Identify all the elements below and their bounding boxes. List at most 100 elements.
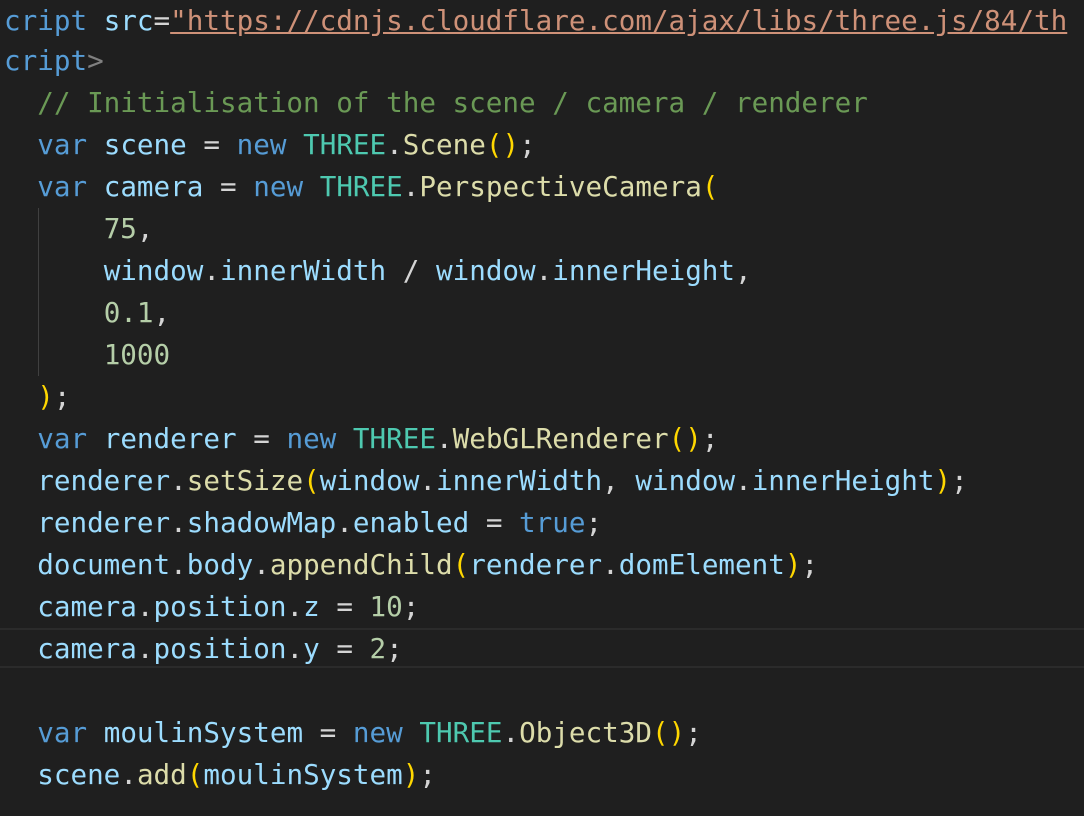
property: y — [303, 632, 320, 665]
argument: moulinSystem — [203, 758, 403, 791]
dot: . — [419, 464, 436, 497]
keyword: var — [37, 128, 88, 161]
comma: , — [136, 212, 154, 245]
operator: = — [186, 128, 237, 161]
operator: = — [236, 422, 287, 455]
keyword: var — [37, 170, 88, 203]
operator: = — [303, 716, 353, 749]
property: z — [303, 590, 320, 623]
bracket: ) — [502, 128, 520, 161]
number: 1000 — [103, 338, 171, 371]
constructor: Scene — [402, 128, 486, 161]
code-line-10[interactable]: ); — [4, 376, 70, 418]
code-line-8[interactable]: 0.1, — [4, 292, 170, 334]
dot: . — [170, 506, 187, 539]
code-line-3[interactable]: // Initialisation of the scene / camera … — [4, 82, 868, 124]
comma: , — [153, 296, 171, 329]
variable: moulinSystem — [103, 716, 304, 749]
method: appendChild — [269, 548, 453, 581]
object: renderer — [37, 464, 171, 497]
dot: . — [253, 548, 270, 581]
url-string[interactable]: "https://cdnjs.cloudflare.com/ajax/libs/… — [170, 4, 1067, 37]
dot: . — [602, 548, 619, 581]
dot: . — [136, 590, 154, 623]
property: position — [153, 632, 287, 665]
number: 0.1 — [103, 296, 154, 329]
dot: . — [502, 716, 520, 749]
bracket: ( — [452, 548, 470, 581]
code-line-2[interactable]: cript> — [4, 40, 104, 82]
namespace: THREE — [303, 128, 387, 161]
object: document — [37, 548, 171, 581]
property: innerWidth — [220, 254, 387, 287]
constructor: WebGLRenderer — [452, 422, 669, 455]
dot: . — [286, 632, 304, 665]
constructor: PerspectiveCamera — [419, 170, 702, 203]
code-line-4[interactable]: var scene = new THREE.Scene(); — [4, 124, 536, 166]
keyword: new — [236, 128, 287, 161]
number: 75 — [103, 212, 137, 245]
code-line-11[interactable]: var renderer = new THREE.WebGLRenderer()… — [4, 418, 718, 460]
operator: = — [319, 632, 370, 665]
dot: . — [402, 170, 420, 203]
bracket: ( — [701, 170, 719, 203]
code-line-6[interactable]: 75, — [4, 208, 154, 250]
number: 10 — [369, 590, 403, 623]
tag-close: > — [87, 44, 104, 77]
semicolon: ; — [53, 380, 71, 413]
semicolon: ; — [951, 464, 968, 497]
property: body — [186, 548, 254, 581]
equals: = — [153, 4, 171, 37]
code-line-15[interactable]: camera.position.z = 10; — [4, 586, 419, 628]
keyword: new — [352, 716, 403, 749]
object: camera — [37, 632, 137, 665]
tag-name: cript — [4, 44, 88, 77]
object: camera — [37, 590, 137, 623]
code-line-14[interactable]: document.body.appendChild(renderer.domEl… — [4, 544, 818, 586]
separator: , — [602, 464, 636, 497]
variable: renderer — [103, 422, 237, 455]
dot: . — [136, 632, 154, 665]
attribute-name: src — [87, 4, 154, 37]
code-line-16[interactable]: camera.position.y = 2; — [4, 628, 403, 670]
constructor: Object3D — [519, 716, 652, 749]
semicolon: ; — [801, 548, 819, 581]
semicolon: ; — [701, 422, 719, 455]
bracket: ) — [668, 716, 686, 749]
method: add — [136, 758, 187, 791]
operator: = — [469, 506, 520, 539]
semicolon: ; — [519, 128, 536, 161]
bracket: ( — [186, 758, 204, 791]
boolean: true — [519, 506, 586, 539]
code-line-19[interactable]: scene.add(moulinSystem); — [4, 754, 436, 796]
dot: . — [286, 590, 304, 623]
keyword: new — [286, 422, 337, 455]
property: enabled — [352, 506, 470, 539]
number: 2 — [369, 632, 387, 665]
namespace: THREE — [419, 716, 503, 749]
property: innerWidth — [436, 464, 603, 497]
property: domElement — [618, 548, 785, 581]
dot: . — [336, 506, 353, 539]
bracket: ) — [934, 464, 952, 497]
code-line-13[interactable]: renderer.shadowMap.enabled = true; — [4, 502, 602, 544]
code-line-12[interactable]: renderer.setSize(window.innerWidth, wind… — [4, 460, 968, 502]
dot: . — [386, 128, 403, 161]
bracket: ( — [303, 464, 320, 497]
code-line-7[interactable]: window.innerWidth / window.innerHeight, — [4, 250, 752, 292]
keyword: var — [37, 716, 88, 749]
bracket: ( — [651, 716, 669, 749]
operator: = — [203, 170, 254, 203]
namespace: THREE — [319, 170, 403, 203]
code-line-5[interactable]: var camera = new THREE.PerspectiveCamera… — [4, 166, 718, 208]
code-editor[interactable]: cript src="https://cdnjs.cloudflare.com/… — [0, 0, 1084, 816]
dot: . — [203, 254, 220, 287]
dot: . — [436, 422, 453, 455]
object: window — [103, 254, 204, 287]
code-line-9[interactable]: 1000 — [4, 334, 170, 376]
code-line-1[interactable]: cript src="https://cdnjs.cloudflare.com/… — [4, 0, 1067, 42]
object: renderer — [37, 506, 171, 539]
object: window — [319, 464, 420, 497]
bracket: ( — [668, 422, 686, 455]
code-line-18[interactable]: var moulinSystem = new THREE.Object3D(); — [4, 712, 702, 754]
